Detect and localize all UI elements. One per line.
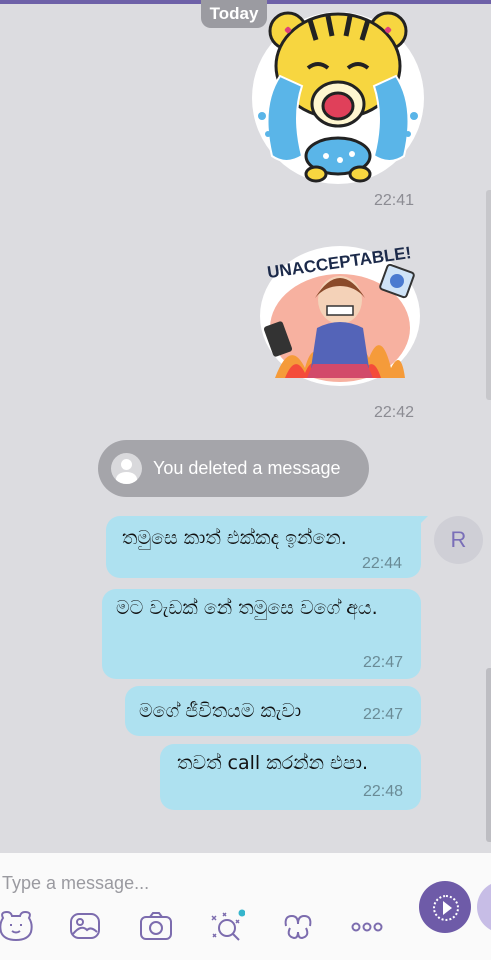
send-video-message-button[interactable] — [419, 881, 471, 933]
message-bubble[interactable]: තවත් call කරන්න එපා. 22:48 — [160, 744, 421, 810]
avatar[interactable]: R — [434, 516, 483, 564]
message-text: තමුසෙ කාත් එක්කද ඉන්නෙ. — [122, 527, 347, 549]
message-time: 22:44 — [362, 555, 403, 572]
message-bubble[interactable]: මගේ ජීවිතයම කැවා 22:47 — [125, 686, 421, 736]
message-time: 22:47 — [363, 654, 404, 671]
message-text: මගේ ජීවිතයම කැවා — [139, 700, 302, 722]
message-text: තවත් call කරන්න එපා. — [177, 752, 369, 774]
message-input[interactable] — [0, 866, 404, 900]
crying-tiger-sticker[interactable] — [250, 6, 426, 186]
deleted-message-notice: You deleted a message — [98, 440, 369, 497]
avatar-placeholder-icon — [111, 453, 142, 484]
message-bubble[interactable]: තමුසෙ කාත් එක්කද ඉන්නෙ. 22:44 — [106, 516, 428, 578]
message-text: මට වැඩක් නේ තමුසෙ වගේ අය. — [116, 597, 378, 619]
sticker-timestamp: 22:41 — [374, 192, 415, 209]
sticker-icon[interactable] — [0, 908, 34, 944]
scroll-indicator[interactable] — [486, 190, 491, 400]
sticker-timestamp: 22:42 — [374, 404, 415, 421]
message-time: 22:48 — [363, 783, 404, 800]
gallery-icon[interactable] — [67, 908, 103, 944]
message-bubble[interactable]: මට වැඩක් නේ තමුසෙ වගේ අය. 22:47 — [102, 589, 421, 679]
deleted-notice-text: You deleted a message — [153, 458, 341, 478]
play-icon — [443, 901, 452, 915]
gif-icon[interactable] — [280, 908, 316, 944]
scrollbar[interactable] — [486, 668, 491, 842]
doodle-icon[interactable] — [209, 908, 245, 944]
message-time: 22:47 — [363, 706, 404, 723]
camera-icon[interactable] — [138, 908, 174, 944]
more-icon[interactable] — [349, 908, 385, 944]
unacceptable-girl-sticker[interactable]: UNACCEPTABLE! — [255, 228, 425, 388]
